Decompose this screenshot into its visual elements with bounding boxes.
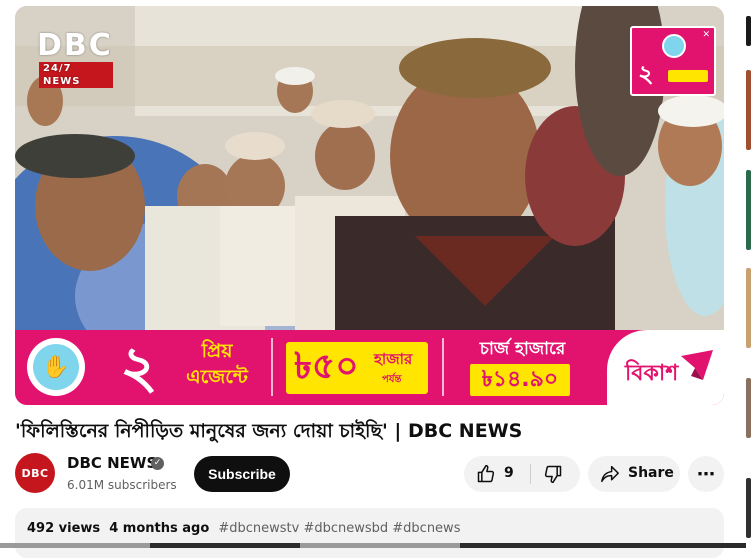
view-count: 492 views — [27, 521, 101, 536]
recommendations-edge — [746, 0, 751, 548]
recommendation-thumbnail[interactable] — [746, 478, 751, 538]
banner-line2: এজেন্টে — [186, 366, 248, 388]
banner-amount: ৳৫০ — [294, 346, 359, 387]
recommendation-thumbnail[interactable] — [746, 268, 751, 348]
subscribe-button[interactable]: Subscribe — [194, 456, 290, 492]
channel-name[interactable]: DBC NEWS — [67, 454, 157, 472]
like-button[interactable]: 9 — [464, 456, 530, 492]
bkash-logo-box: বিকাশ — [607, 330, 724, 405]
verified-check-icon: ✓ — [151, 457, 164, 470]
banner-amount-suffix: হাজার — [374, 350, 413, 368]
banner-number: ২ — [120, 333, 158, 401]
recommendation-thumbnail[interactable] — [746, 70, 751, 150]
hashtags[interactable]: #dbcnewstv #dbcnewsbd #dbcnews — [218, 521, 460, 536]
ad-banner: ✋ ২ প্রিয় এজেন্টে ৳৫০ হাজার পর্যন্ত চার… — [15, 330, 724, 405]
recommendation-thumbnail[interactable] — [746, 170, 751, 250]
banner-icon-circle: ✋ — [27, 338, 85, 396]
share-button[interactable]: Share — [588, 456, 680, 492]
corner-ad-number: ২ — [638, 60, 654, 88]
banner-divider — [442, 338, 444, 396]
taskbar-segment — [0, 543, 150, 548]
recommendation-thumbnail[interactable] — [746, 16, 751, 46]
thumbs-up-icon — [477, 464, 495, 483]
description-box[interactable]: 492 views 4 months ago #dbcnewstv #dbcne… — [15, 508, 724, 558]
banner-charge-rate: ৳১৪.৯০ — [470, 364, 570, 396]
dbc-logo-text: DBC — [37, 28, 113, 63]
banner-line1: প্রিয় — [201, 340, 233, 362]
dislike-button[interactable] — [531, 456, 580, 492]
bkash-brand-text: বিকাশ — [625, 361, 679, 386]
like-dislike-group: 9 — [464, 456, 580, 492]
banner-charge-label: চার্জ হাজারে — [479, 339, 566, 359]
corner-ad-close-icon: ✕ — [702, 30, 710, 40]
video-title: 'ফিলিস্তিনের নিপীড়িত মানুষের জন্য দোয়া… — [15, 420, 523, 442]
cash-hand-icon: ✋ — [33, 344, 79, 390]
banner-amount-note: পর্যন্ত — [382, 374, 402, 385]
upload-age: 4 months ago — [109, 521, 210, 536]
banner-amount-box: ৳৫০ হাজার পর্যন্ত — [286, 342, 428, 394]
channel-row: DBC DBC NEWS ✓ 6.01M subscribers Subscri… — [15, 452, 724, 496]
bottom-taskbar-strip — [0, 543, 751, 548]
dbc-logo: DBC 24/7 NEWS — [37, 28, 113, 88]
corner-ad-pill — [668, 70, 708, 82]
channel-avatar[interactable]: DBC — [15, 453, 55, 493]
description-meta: 492 views 4 months ago #dbcnewstv #dbcne… — [27, 521, 460, 536]
share-label: Share — [628, 465, 674, 481]
banner-priyo-agent: প্রিয় এজেন্টে — [175, 338, 259, 390]
banner-divider — [271, 338, 273, 396]
video-player[interactable]: DBC 24/7 NEWS ✕ ২ ✋ ২ প্রিয় এজেন্টে ৳৫০… — [15, 6, 724, 405]
recommendation-thumbnail[interactable] — [746, 378, 751, 438]
subscriber-count: 6.01M subscribers — [67, 478, 177, 492]
dbc-logo-sub: 24/7 NEWS — [39, 62, 113, 88]
bkash-bird-icon — [681, 350, 713, 380]
bkash-agent-icon — [662, 34, 686, 58]
share-arrow-icon — [601, 465, 619, 483]
corner-ad: ✕ ২ — [630, 26, 716, 96]
like-count: 9 — [504, 465, 514, 481]
thumbs-down-icon — [544, 465, 562, 484]
more-actions-button[interactable]: ⋯ — [688, 456, 724, 492]
taskbar-segment — [300, 543, 460, 548]
